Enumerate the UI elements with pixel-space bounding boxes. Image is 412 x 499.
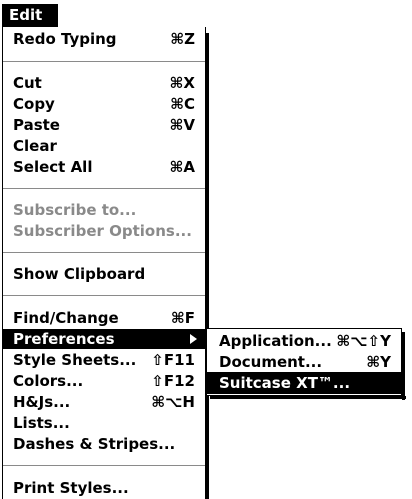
menu-item-shortcut: ⌘C <box>170 95 195 113</box>
menu-item-shortcut: ⌘X <box>169 74 195 92</box>
menu-separator <box>3 465 205 466</box>
menu-item-label: Preferences <box>13 330 115 348</box>
menu-item-label: Dashes & Stripes... <box>13 435 176 453</box>
menu-item-label: Lists... <box>13 414 70 432</box>
menu-item-copy[interactable]: Copy ⌘C <box>3 94 205 114</box>
menu-item-shortcut: ⇧F11 <box>151 351 195 369</box>
menu-item-print-styles[interactable]: Print Styles... <box>3 478 205 498</box>
menu-item-show-clipboard[interactable]: Show Clipboard <box>3 264 205 284</box>
menu-item-lists[interactable]: Lists... <box>3 413 205 433</box>
menu-item-label: Paste <box>13 116 60 134</box>
menu-item-shortcut: ⌘A <box>169 158 195 176</box>
menu-item-label: Print Styles... <box>13 479 129 497</box>
menu-item-hjs[interactable]: H&Js... ⌘⌥H <box>3 392 205 412</box>
submenu-item-suitcase-xt[interactable]: Suitcase XT™... <box>207 372 401 394</box>
menu-item-label: H&Js... <box>13 393 71 411</box>
preferences-submenu: Application... ⌘⌥⇧Y Document... ⌘Y Suitc… <box>206 328 406 400</box>
menu-item-select-all[interactable]: Select All ⌘A <box>3 157 205 177</box>
menu-item-label: Find/Change <box>13 309 119 327</box>
menu-item-shortcut: ⌘F <box>170 309 195 327</box>
submenu-item-application[interactable]: Application... ⌘⌥⇧Y <box>207 330 401 352</box>
submenu-arrow-icon <box>190 334 197 344</box>
menu-item-shortcut: ⌘Z <box>170 30 195 48</box>
menu-item-label: Colors... <box>13 372 84 390</box>
edit-menu-title[interactable]: Edit <box>2 4 58 27</box>
menu-item-shortcut: ⌘⌥H <box>151 393 195 411</box>
menu-item-find-change[interactable]: Find/Change ⌘F <box>3 308 205 328</box>
menu-item-style-sheets[interactable]: Style Sheets... ⇧F11 <box>3 350 205 370</box>
menu-item-colors[interactable]: Colors... ⇧F12 <box>3 371 205 391</box>
menu-item-subscribe-to: Subscribe to... <box>3 200 205 220</box>
submenu-item-label: Suitcase XT™... <box>219 374 351 392</box>
menu-item-cut[interactable]: Cut ⌘X <box>3 73 205 93</box>
menu-item-label: Subscriber Options... <box>13 222 192 240</box>
submenu-item-shortcut: ⌘Y <box>366 353 391 371</box>
menu-item-clear[interactable]: Clear <box>3 136 205 156</box>
submenu-item-label: Application... <box>219 332 332 350</box>
menu-separator <box>3 252 205 253</box>
menu-item-paste[interactable]: Paste ⌘V <box>3 115 205 135</box>
menu-item-label: Redo Typing <box>13 30 117 48</box>
menu-item-label: Cut <box>13 74 42 92</box>
menu-item-label: Clear <box>13 137 57 155</box>
menu-item-label: Select All <box>13 158 93 176</box>
submenu-item-document[interactable]: Document... ⌘Y <box>207 351 401 373</box>
menu-item-dashes-stripes[interactable]: Dashes & Stripes... <box>3 434 205 454</box>
menu-item-label: Subscribe to... <box>13 201 137 219</box>
menu-item-subscriber-options: Subscriber Options... <box>3 221 205 241</box>
menu-item-shortcut: ⌘V <box>169 116 195 134</box>
submenu-item-shortcut: ⌘⌥⇧Y <box>336 332 391 350</box>
menu-item-label: Copy <box>13 95 55 113</box>
menu-separator <box>3 61 205 62</box>
menu-item-label: Show Clipboard <box>13 265 146 283</box>
menu-item-redo-typing[interactable]: Redo Typing ⌘Z <box>3 29 205 49</box>
menu-item-shortcut: ⇧F12 <box>151 372 195 390</box>
menu-item-label: Style Sheets... <box>13 351 137 369</box>
menu-separator <box>3 188 205 189</box>
submenu-item-label: Document... <box>219 353 323 371</box>
menu-item-preferences[interactable]: Preferences <box>3 329 205 349</box>
menu-separator <box>3 295 205 296</box>
edit-menu: Redo Typing ⌘Z Cut ⌘X Copy ⌘C Paste ⌘V C… <box>2 27 209 499</box>
